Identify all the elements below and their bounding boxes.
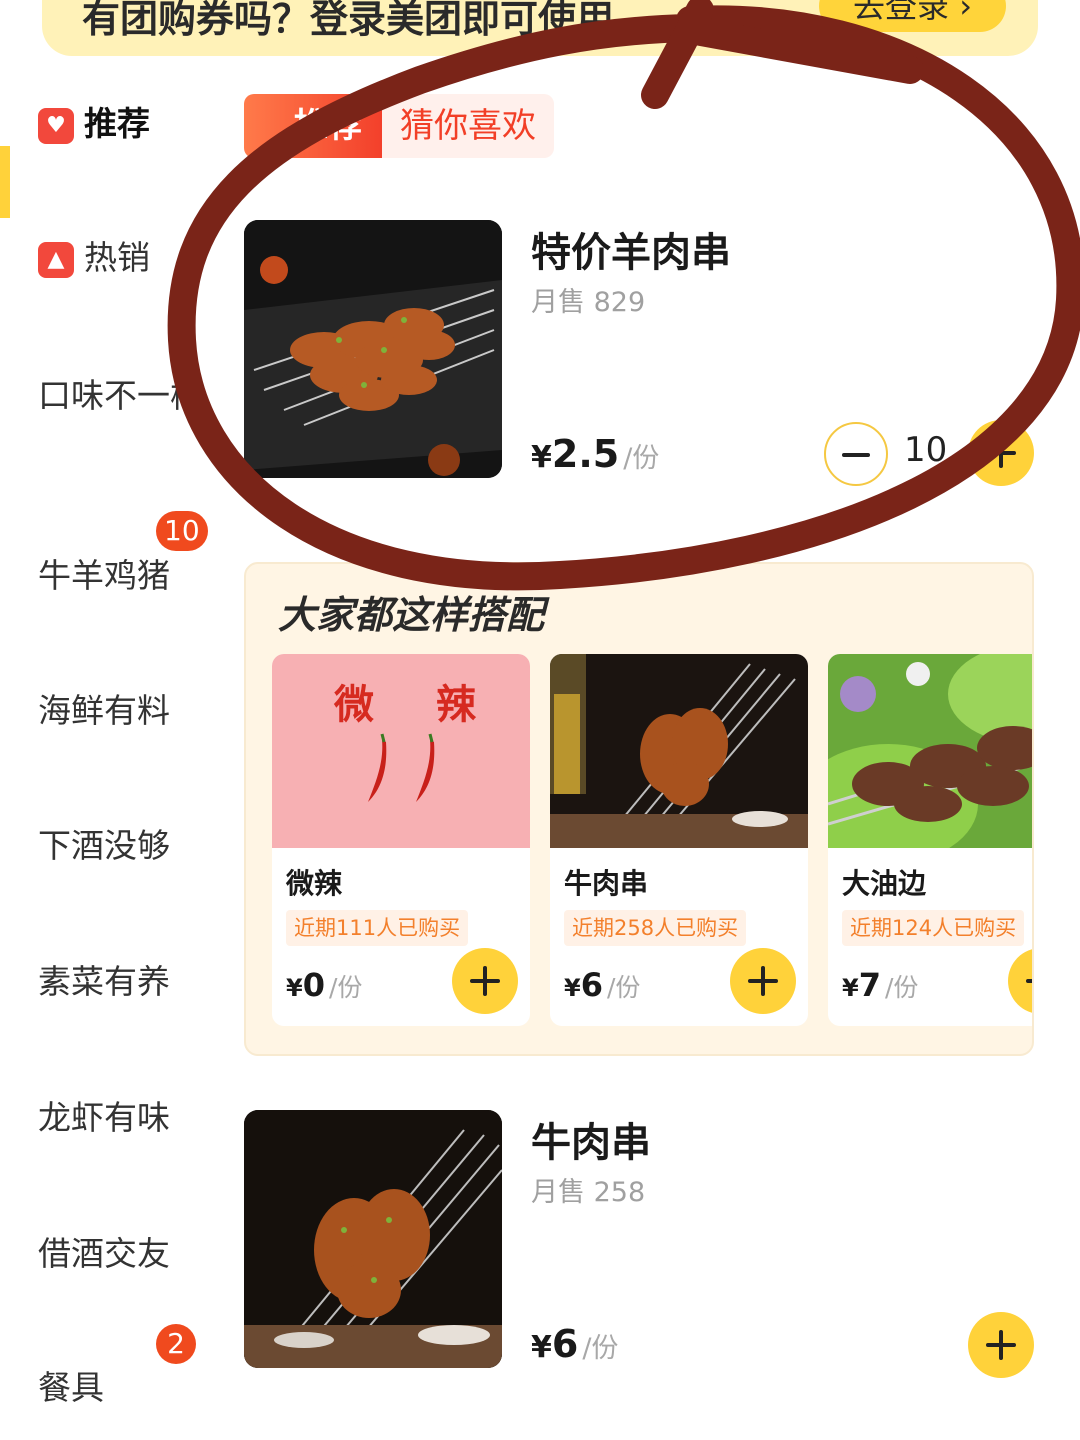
tab-guess-you-like[interactable]: 猜你喜欢	[382, 94, 554, 158]
purchase-count-tag: 近期124人已购买	[842, 910, 1025, 946]
card-name: 牛肉串	[564, 867, 649, 900]
chili-icon	[368, 733, 435, 802]
sidebar-item-taste[interactable]: 口味不一样	[38, 374, 208, 418]
beef-skewer-image	[550, 654, 808, 848]
heart-icon: ♥	[38, 107, 74, 144]
card-price: ¥7/份	[842, 966, 919, 1004]
sidebar-item-label: 热销	[84, 238, 150, 277]
category-sidebar: ♥ 推荐 ▲ 热销 口味不一样 10 牛羊鸡猪 海鲜有料 下酒没够 素菜有养 龙虾有…	[0, 56, 220, 1440]
featured-product[interactable]: 特价羊肉串 月售 829 ¥2.5/份 10	[244, 220, 1044, 486]
sidebar-item-recommend[interactable]: ♥ 推荐	[38, 102, 208, 146]
add-button[interactable]	[452, 948, 518, 1014]
sidebar-item-tableware[interactable]: 餐具	[38, 1366, 208, 1410]
lamb-skewer-image	[244, 220, 502, 478]
sidebar-item-friends[interactable]: 借酒交友	[38, 1232, 208, 1276]
mild-spicy-image: 微 辣	[272, 654, 530, 848]
add-button[interactable]	[968, 1312, 1034, 1378]
login-button[interactable]: 去登录 ›	[819, 0, 1006, 32]
product-price: ¥6/份	[531, 1322, 619, 1366]
card-price: ¥6/份	[564, 966, 641, 1004]
active-indicator	[0, 146, 10, 218]
menu-screen: 有团购券吗？登录美团即可使用 去登录 › ♥ 推荐 ▲ 热销 口味不一样 10 牛羊…	[0, 0, 1080, 1440]
sidebar-item-label: 餐具	[38, 1368, 104, 1407]
combo-title: 大家都这样搭配	[278, 593, 545, 637]
add-button[interactable]	[1008, 948, 1032, 1014]
decrease-quantity-button[interactable]	[824, 422, 888, 486]
quantity-value: 10	[904, 430, 948, 470]
purchase-count-tag: 近期111人已购买	[286, 910, 469, 946]
card-price: ¥0/份	[286, 966, 363, 1004]
sidebar-item-label: 牛羊鸡猪	[38, 556, 170, 595]
card-name: 大油边	[842, 867, 927, 900]
sidebar-item-label: 龙虾有味	[38, 1098, 170, 1137]
product-item[interactable]: 牛肉串 月售 258 ¥6/份	[244, 1110, 1044, 1378]
sidebar-item-meat[interactable]: 牛羊鸡猪	[38, 554, 208, 598]
sidebar-item-label: 口味不一样	[38, 376, 203, 415]
sidebar-item-label: 推荐	[84, 104, 150, 143]
combo-section: 大家都这样搭配 微 辣 微辣 近期111人已购买 ¥0/份 牛肉串 近期258人…	[244, 562, 1034, 1056]
count-badge: 10	[156, 511, 208, 551]
banner-text: 有团购券吗？登录美团即可使用	[82, 0, 615, 41]
sidebar-item-hot[interactable]: ▲ 热销	[38, 236, 208, 280]
recommend-tabs: 推荐 猜你喜欢	[244, 94, 554, 158]
tab-recommend[interactable]: 推荐	[244, 94, 382, 158]
combo-card[interactable]: 大油边 近期124人已购买 ¥7/份	[828, 654, 1032, 1026]
combo-card[interactable]: 牛肉串 近期258人已购买 ¥6/份	[550, 654, 808, 1026]
sidebar-item-seafood[interactable]: 海鲜有料	[38, 689, 208, 733]
flame-icon: ▲	[38, 241, 74, 278]
add-button[interactable]	[730, 948, 796, 1014]
product-name: 特价羊肉串	[531, 230, 731, 276]
purchase-count-tag: 近期258人已购买	[564, 910, 747, 946]
sidebar-item-label: 素菜有养	[38, 962, 170, 1001]
sidebar-item-drinks[interactable]: 下酒没够	[38, 824, 208, 868]
beef-skewer-image	[244, 1110, 502, 1368]
sidebar-item-crayfish[interactable]: 龙虾有味	[38, 1096, 208, 1140]
login-banner: 有团购券吗？登录美团即可使用 去登录 ›	[42, 0, 1038, 56]
pork-edge-image	[828, 654, 1032, 848]
count-badge: 2	[156, 1324, 196, 1364]
sidebar-item-label: 下酒没够	[38, 826, 170, 865]
card-name: 微辣	[286, 867, 343, 900]
combo-card[interactable]: 微 辣 微辣 近期111人已购买 ¥0/份	[272, 654, 530, 1026]
monthly-sales: 月售 258	[531, 1177, 646, 1208]
product-name: 牛肉串	[531, 1120, 651, 1166]
product-price: ¥2.5/份	[531, 432, 660, 476]
sidebar-item-label: 借酒交友	[38, 1234, 170, 1273]
sidebar-item-label: 海鲜有料	[38, 691, 170, 730]
increase-quantity-button[interactable]	[968, 420, 1034, 486]
monthly-sales: 月售 829	[531, 287, 646, 318]
sidebar-item-veggies[interactable]: 素菜有养	[38, 960, 208, 1004]
